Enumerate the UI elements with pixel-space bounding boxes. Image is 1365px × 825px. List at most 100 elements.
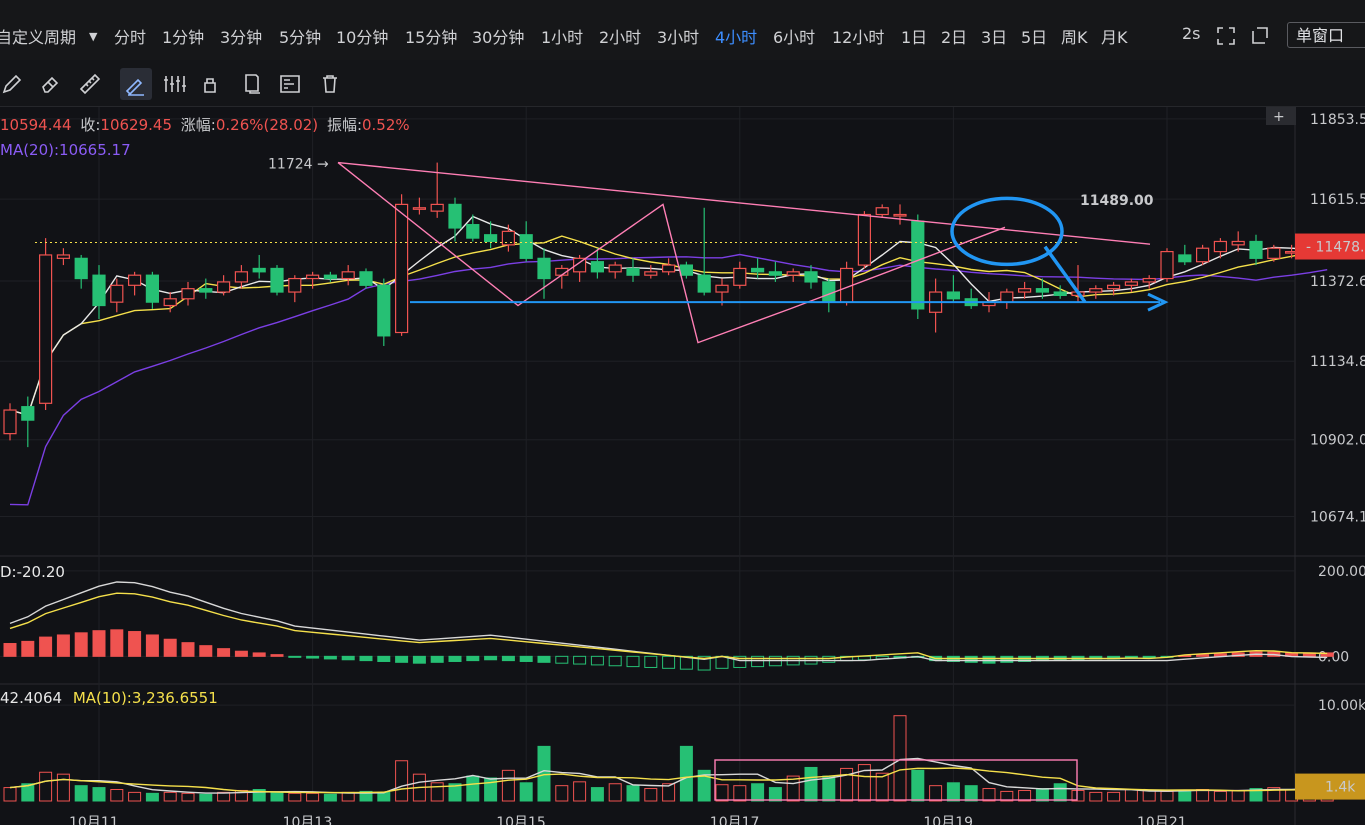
period-13[interactable]: 12小时 bbox=[832, 24, 884, 48]
draw-line-tool[interactable] bbox=[120, 68, 152, 100]
candle-body bbox=[1178, 254, 1192, 263]
period-4[interactable]: 5分钟 bbox=[279, 24, 321, 48]
close-value: 10629.45 bbox=[100, 116, 172, 134]
lock-tool[interactable] bbox=[200, 72, 224, 96]
draw-line-icon bbox=[125, 78, 144, 96]
period-18[interactable]: 周K bbox=[1061, 24, 1088, 48]
period-16[interactable]: 3日 bbox=[981, 24, 1007, 48]
kline-chart[interactable]: 11853.5 11615.5 11372.6 11134.8 10902.0 10674… bbox=[0, 107, 1365, 825]
candle-body bbox=[661, 264, 676, 273]
candle-tool[interactable] bbox=[162, 72, 186, 96]
period-2[interactable]: 1分钟 bbox=[162, 24, 204, 48]
macd-bar bbox=[484, 655, 498, 661]
macd-bar bbox=[359, 655, 373, 662]
macd-bar bbox=[573, 655, 587, 665]
candle-body bbox=[1035, 288, 1050, 293]
volume-current-label: 1.4k bbox=[1325, 780, 1356, 796]
candle-body bbox=[466, 224, 480, 239]
trash-tool[interactable] bbox=[318, 72, 342, 96]
period-0[interactable]: 自定义周期 bbox=[0, 24, 76, 48]
candle-body bbox=[946, 291, 961, 300]
high-marker-label: 11724 → bbox=[268, 157, 329, 173]
period-15[interactable]: 2日 bbox=[941, 24, 967, 48]
chevron-down-icon[interactable]: ▼ bbox=[89, 30, 97, 43]
period-8[interactable]: 1小时 bbox=[541, 24, 583, 48]
volume-bar bbox=[733, 785, 747, 802]
candle-body bbox=[519, 234, 533, 259]
macd-bar bbox=[412, 655, 426, 664]
lock-icon bbox=[204, 78, 216, 93]
volume-bar bbox=[982, 788, 996, 802]
copy-tool[interactable] bbox=[240, 72, 264, 96]
volume-bar bbox=[1089, 791, 1103, 802]
candle-body bbox=[893, 213, 907, 217]
macd-bar bbox=[199, 645, 213, 657]
macd-bar bbox=[822, 655, 836, 663]
fullscreen-icon[interactable] bbox=[1216, 26, 1236, 46]
refresh-rate[interactable]: 2s bbox=[1182, 24, 1201, 43]
candle-body bbox=[181, 288, 195, 300]
volume-bar bbox=[946, 782, 960, 802]
period-5[interactable]: 10分钟 bbox=[336, 24, 388, 48]
date-tick-label: 10月11 bbox=[69, 815, 119, 825]
trash-icon bbox=[323, 75, 337, 93]
period-14[interactable]: 1日 bbox=[901, 24, 927, 48]
popout-icon[interactable] bbox=[1250, 26, 1270, 46]
volume-bar bbox=[306, 792, 320, 802]
candle-body bbox=[1213, 240, 1228, 253]
period-6[interactable]: 15分钟 bbox=[405, 24, 457, 48]
window-mode-label: 单窗口 bbox=[1296, 26, 1345, 45]
macd-bar bbox=[501, 655, 515, 662]
candle-body bbox=[412, 207, 426, 210]
volume-bar bbox=[751, 783, 765, 802]
candle-body bbox=[74, 257, 88, 280]
candle-body bbox=[857, 213, 872, 266]
volume-bar bbox=[395, 760, 409, 802]
candle-body bbox=[163, 298, 177, 307]
volume-bar bbox=[537, 745, 551, 802]
period-17[interactable]: 5日 bbox=[1021, 24, 1047, 48]
copy-icon bbox=[245, 74, 260, 94]
period-3[interactable]: 3分钟 bbox=[220, 24, 262, 48]
window-mode-select[interactable]: 单窗口 bbox=[1287, 22, 1365, 48]
eraser-tool[interactable] bbox=[38, 72, 62, 96]
volume-bar bbox=[964, 785, 978, 802]
macd-bar bbox=[1000, 655, 1014, 663]
candle-body bbox=[697, 274, 711, 293]
macd-bar bbox=[715, 655, 729, 669]
macd-bar bbox=[1196, 654, 1210, 657]
plus-icon: + bbox=[1273, 109, 1285, 125]
candle-body bbox=[377, 284, 391, 337]
period-12[interactable]: 6小时 bbox=[773, 24, 815, 48]
layer-tool[interactable] bbox=[278, 72, 302, 96]
period-7[interactable]: 30分钟 bbox=[472, 24, 524, 48]
volume-ma10: MA(10):3,236.6551 bbox=[72, 689, 218, 707]
candle-body bbox=[484, 234, 498, 243]
candle-body bbox=[234, 271, 248, 283]
volume-bar bbox=[92, 787, 106, 802]
pencil-tool[interactable] bbox=[0, 72, 24, 96]
macd-bar bbox=[163, 638, 177, 657]
period-19[interactable]: 月K bbox=[1101, 24, 1128, 48]
macd-bar bbox=[288, 655, 302, 658]
volume-bar bbox=[911, 769, 925, 802]
volume-bar bbox=[804, 766, 818, 802]
volume-bar bbox=[626, 785, 640, 802]
period-9[interactable]: 2小时 bbox=[599, 24, 641, 48]
ruler-tool[interactable] bbox=[78, 72, 102, 96]
macd-bar bbox=[644, 655, 658, 668]
macd-bar bbox=[3, 643, 17, 657]
candle-body bbox=[395, 203, 409, 334]
macd-bar bbox=[626, 655, 640, 668]
period-1[interactable]: 分时 bbox=[114, 24, 146, 48]
volume-bar bbox=[608, 783, 622, 802]
macd-bar bbox=[92, 630, 106, 657]
volume-bar bbox=[323, 793, 337, 802]
period-10[interactable]: 3小时 bbox=[657, 24, 699, 48]
candle-body bbox=[537, 257, 551, 280]
period-11[interactable]: 4小时 bbox=[715, 24, 757, 48]
volume-bar bbox=[270, 791, 284, 802]
candle-body bbox=[38, 254, 53, 404]
volume-bar bbox=[3, 787, 17, 802]
volume-bar bbox=[1142, 789, 1156, 802]
